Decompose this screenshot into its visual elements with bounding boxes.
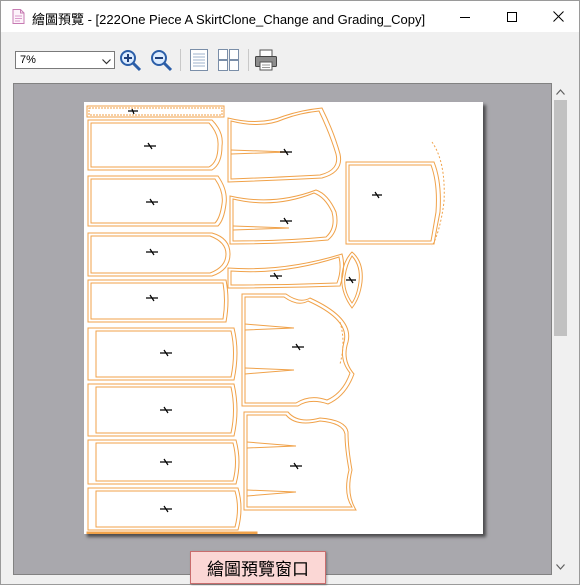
scroll-up-button[interactable] bbox=[552, 83, 569, 100]
preview-area[interactable] bbox=[13, 83, 552, 575]
vertical-scrollbar[interactable] bbox=[552, 83, 569, 575]
multi-page-button[interactable] bbox=[216, 47, 242, 73]
preview-page bbox=[84, 102, 483, 534]
chevron-down-icon bbox=[102, 56, 111, 68]
chevron-down-icon bbox=[556, 563, 565, 570]
close-icon bbox=[552, 11, 564, 22]
tooltip: 繪圖預覽窗口 bbox=[190, 551, 326, 584]
zoom-in-button[interactable] bbox=[117, 47, 143, 73]
scroll-down-button[interactable] bbox=[552, 558, 569, 575]
printer-icon bbox=[255, 49, 277, 71]
zoom-out-button[interactable] bbox=[148, 47, 174, 73]
zoom-select[interactable]: 7% bbox=[15, 51, 115, 69]
print-button[interactable] bbox=[253, 47, 279, 73]
pattern-layout bbox=[86, 105, 445, 534]
zoom-value: 7% bbox=[20, 54, 36, 66]
zoom-in-icon bbox=[120, 50, 142, 72]
scrollbar-thumb[interactable] bbox=[554, 100, 567, 336]
maximize-icon bbox=[507, 11, 517, 22]
chevron-up-icon bbox=[556, 88, 565, 95]
minimize-icon bbox=[460, 16, 470, 18]
single-page-button[interactable] bbox=[186, 47, 212, 73]
single-page-icon bbox=[190, 49, 208, 71]
maximize-button[interactable] bbox=[489, 1, 535, 32]
minimize-button[interactable] bbox=[442, 1, 488, 32]
close-button[interactable] bbox=[535, 1, 581, 32]
document-preview-icon bbox=[12, 9, 25, 24]
title-bar: 繪圖預覽 - [222One Piece A SkirtClone_Change… bbox=[1, 1, 579, 32]
toolbar-separator bbox=[248, 49, 249, 71]
preview-window: 繪圖預覽 - [222One Piece A SkirtClone_Change… bbox=[0, 0, 580, 585]
window-title: 繪圖預覽 - [222One Piece A SkirtClone_Change… bbox=[32, 12, 426, 27]
zoom-out-icon bbox=[151, 50, 173, 72]
toolbar-separator bbox=[180, 49, 181, 71]
multi-page-icon bbox=[218, 49, 239, 71]
